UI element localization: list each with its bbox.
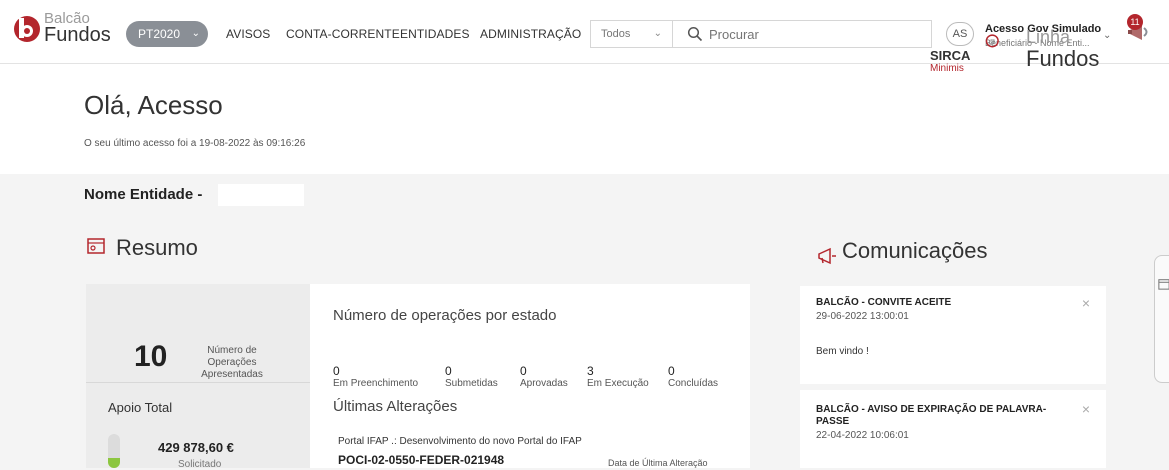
nav-link-avisos[interactable]: AVISOS	[226, 27, 270, 41]
linha-logo-text-1: Linha	[1026, 27, 1071, 47]
program-selector[interactable]: PT2020 ⌄	[126, 21, 208, 47]
apoio-total-value: 429 878,60 €	[158, 440, 234, 455]
communication-date: 22-04-2022 10:06:01	[816, 430, 909, 441]
communication-body: Bem vindo !	[816, 346, 869, 357]
entity-name-redacted	[218, 184, 304, 206]
divider	[86, 382, 310, 383]
state-label[interactable]: Em Preenchimento	[333, 378, 418, 389]
chevron-down-icon[interactable]: ⌄	[1103, 30, 1111, 41]
program-label: PT2020	[138, 27, 181, 41]
summary-icon	[87, 238, 105, 254]
calendar-icon	[1158, 279, 1169, 290]
communication-date: 29-06-2022 13:00:01	[816, 311, 909, 322]
communication-item[interactable]: BALCÃO - AVISO DE EXPIRAÇÃO DE PALAVRA- …	[800, 390, 1106, 468]
state-label[interactable]: Concluídas	[668, 378, 718, 389]
balcao-fundos-logo[interactable]: Balcão Fundos	[6, 8, 114, 52]
linha-fundos-logo-icon[interactable]: @	[985, 22, 1025, 62]
chevron-down-icon: ⌄	[653, 28, 662, 39]
chevron-down-icon: ⌄	[191, 28, 200, 39]
resumo-title: Resumo	[116, 235, 198, 260]
logo-text-fundos: Fundos	[44, 24, 111, 46]
greeting-header: Olá, Acesso O seu último acesso foi a 19…	[0, 64, 1169, 174]
communication-title[interactable]: BALCÃO - AVISO DE EXPIRAÇÃO DE PALAVRA-	[816, 404, 1046, 416]
minimis-logo-text[interactable]: Minimis	[930, 63, 964, 74]
communication-item[interactable]: BALCÃO - CONVITE ACEITE 29-06-2022 13:00…	[800, 286, 1106, 384]
communication-title-continued[interactable]: PASSE	[816, 416, 849, 428]
state-label[interactable]: Submetidas	[445, 378, 498, 389]
megaphone-icon	[818, 247, 836, 265]
side-panel-tab[interactable]	[1154, 255, 1169, 383]
state-value[interactable]: 0	[333, 364, 340, 378]
apoio-total-sublabel: Solicitado	[178, 459, 222, 470]
search-scope-label: Todos	[601, 28, 631, 40]
linha-logo-text-2: Fundos	[1026, 46, 1100, 71]
nav-link-administracao[interactable]: ADMINISTRAÇÃO	[480, 27, 581, 41]
operations-count: 10	[134, 340, 168, 373]
states-title: Número de operações por estado	[333, 307, 557, 324]
communication-title[interactable]: BALCÃO - CONVITE ACEITE	[816, 297, 951, 309]
page-title: Olá, Acesso	[84, 90, 223, 120]
notification-count-badge: 11	[1127, 14, 1143, 30]
search-scope-select[interactable]: Todos ⌄	[591, 21, 673, 47]
last-change-code[interactable]: POCI-02-0550-FEDER-021948	[338, 453, 504, 467]
close-icon[interactable]: ×	[1082, 401, 1090, 417]
state-value[interactable]: 0	[668, 364, 675, 378]
last-access-text: O seu último acesso foi a 19-08-2022 às …	[84, 138, 306, 149]
logo-mark-icon	[14, 16, 40, 42]
apoio-total-title: Apoio Total	[108, 400, 173, 415]
svg-text:@: @	[989, 38, 996, 45]
state-label[interactable]: Aprovadas	[520, 378, 568, 389]
search-icon[interactable]	[687, 26, 703, 42]
state-value[interactable]: 0	[445, 364, 452, 378]
last-changes-title: Últimas Alterações	[333, 398, 458, 415]
last-change-date-label: Data de Última Alteração	[608, 458, 708, 468]
comunicacoes-title: Comunicações	[842, 238, 988, 263]
entity-name: Nome Entidade -	[84, 186, 203, 203]
operations-count-label: Número de Operações Apresentadas	[201, 345, 263, 380]
state-value[interactable]: 0	[520, 364, 527, 378]
state-value[interactable]: 3	[587, 364, 594, 378]
close-icon[interactable]: ×	[1082, 295, 1090, 311]
nav-link-entidades[interactable]: ENTIDADES	[400, 27, 470, 41]
apoio-progress-fill	[108, 457, 120, 468]
nav-link-conta-corrente[interactable]: CONTA-CORRENTE	[286, 27, 400, 41]
search-input[interactable]	[709, 24, 909, 44]
sirca-logo-text[interactable]: SIRCA	[930, 48, 970, 63]
last-change-description[interactable]: Portal IFAP .: Desenvolvimento do novo P…	[338, 436, 582, 447]
apoio-progress-bar	[108, 434, 120, 468]
state-label[interactable]: Em Execução	[587, 378, 649, 389]
avatar[interactable]: AS	[946, 22, 974, 46]
search-bar: Todos ⌄	[590, 20, 932, 48]
